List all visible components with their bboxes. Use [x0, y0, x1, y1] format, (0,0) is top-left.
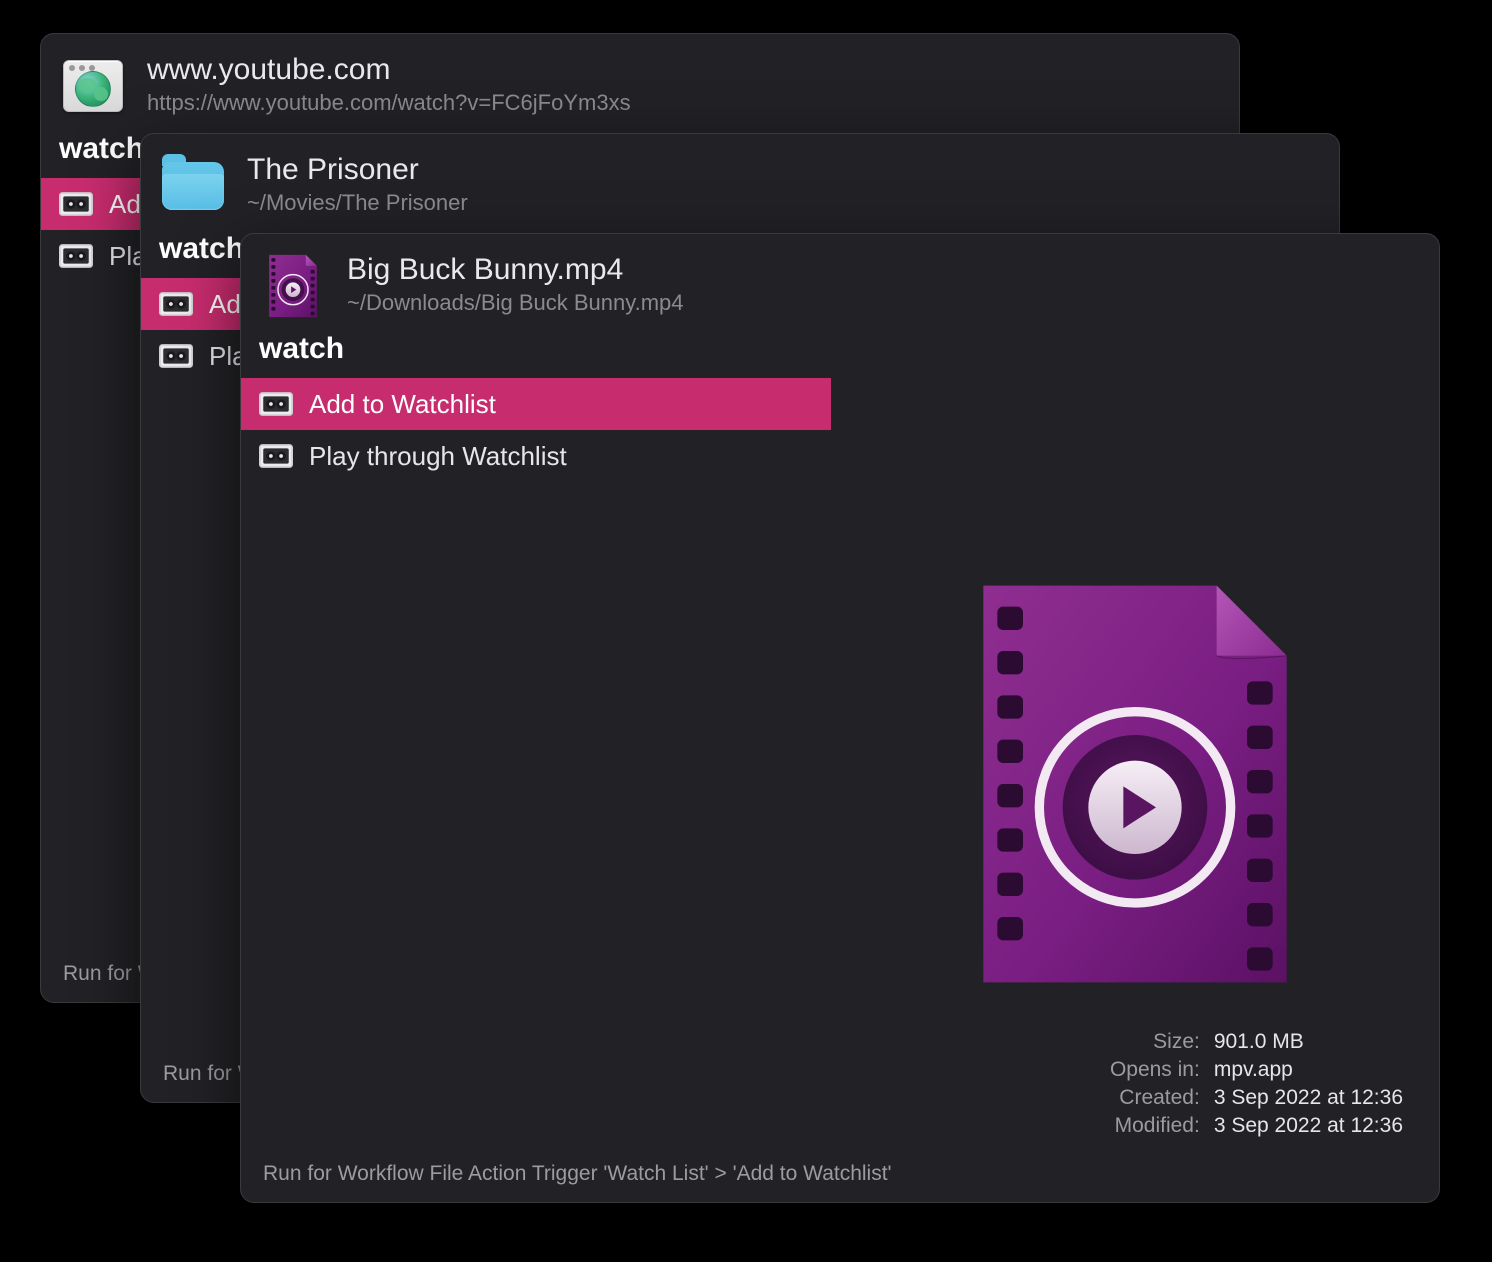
vhs-icon [59, 190, 93, 218]
header-title: www.youtube.com [147, 53, 1217, 86]
metadata-value-created: 3 Sep 2022 at 12:36 [1214, 1086, 1403, 1110]
preview-pane: Size: 901.0 MB Opens in: mpv.app Created… [831, 378, 1439, 1148]
metadata-key-size: Size: [861, 1030, 1200, 1054]
vhs-icon [259, 390, 293, 418]
result-play-through-watchlist[interactable]: Play through Watchlist [241, 430, 831, 482]
browser-window-icon [59, 52, 127, 120]
search-query-text: watch [59, 132, 144, 165]
video-file-icon [960, 574, 1310, 994]
result-add-to-watchlist[interactable]: Add to Watchlist [241, 378, 831, 430]
vhs-icon [59, 242, 93, 270]
metadata-key-opens-in: Opens in: [861, 1058, 1200, 1082]
search-input[interactable]: watch [241, 328, 1439, 378]
search-query-text: watch [259, 332, 344, 365]
header-subtitle: ~/Downloads/Big Buck Bunny.mp4 [347, 288, 1417, 319]
panel-header: www.youtube.com https://www.youtube.com/… [41, 34, 1239, 128]
metadata-value-size: 901.0 MB [1214, 1030, 1403, 1054]
panel-footer-subtext: Run for Workflow File Action Trigger 'Wa… [241, 1148, 1439, 1202]
search-query-text: watch [159, 232, 244, 265]
header-subtitle: https://www.youtube.com/watch?v=FC6jFoYm… [147, 88, 1217, 119]
metadata-value-opens-in: mpv.app [1214, 1058, 1403, 1082]
header-title: The Prisoner [247, 153, 1317, 186]
header-subtitle: ~/Movies/The Prisoner [247, 188, 1317, 219]
folder-icon [159, 152, 227, 220]
panel-header: The Prisoner ~/Movies/The Prisoner [141, 134, 1339, 228]
vhs-icon [159, 342, 193, 370]
header-title: Big Buck Bunny.mp4 [347, 253, 1417, 286]
alfred-panel-videofile: Big Buck Bunny.mp4 ~/Downloads/Big Buck … [240, 233, 1440, 1203]
metadata-key-modified: Modified: [861, 1114, 1200, 1138]
results-list: Add to Watchlist Play through Watchlist [241, 378, 831, 1148]
panel-header: Big Buck Bunny.mp4 ~/Downloads/Big Buck … [241, 234, 1439, 328]
metadata-key-created: Created: [861, 1086, 1200, 1110]
result-label: Add to Watchlist [309, 389, 496, 420]
vhs-icon [159, 290, 193, 318]
video-file-icon [259, 252, 327, 320]
metadata-value-modified: 3 Sep 2022 at 12:36 [1214, 1114, 1403, 1138]
result-label: Play through Watchlist [309, 441, 567, 472]
vhs-icon [259, 442, 293, 470]
file-metadata: Size: 901.0 MB Opens in: mpv.app Created… [861, 1030, 1409, 1138]
